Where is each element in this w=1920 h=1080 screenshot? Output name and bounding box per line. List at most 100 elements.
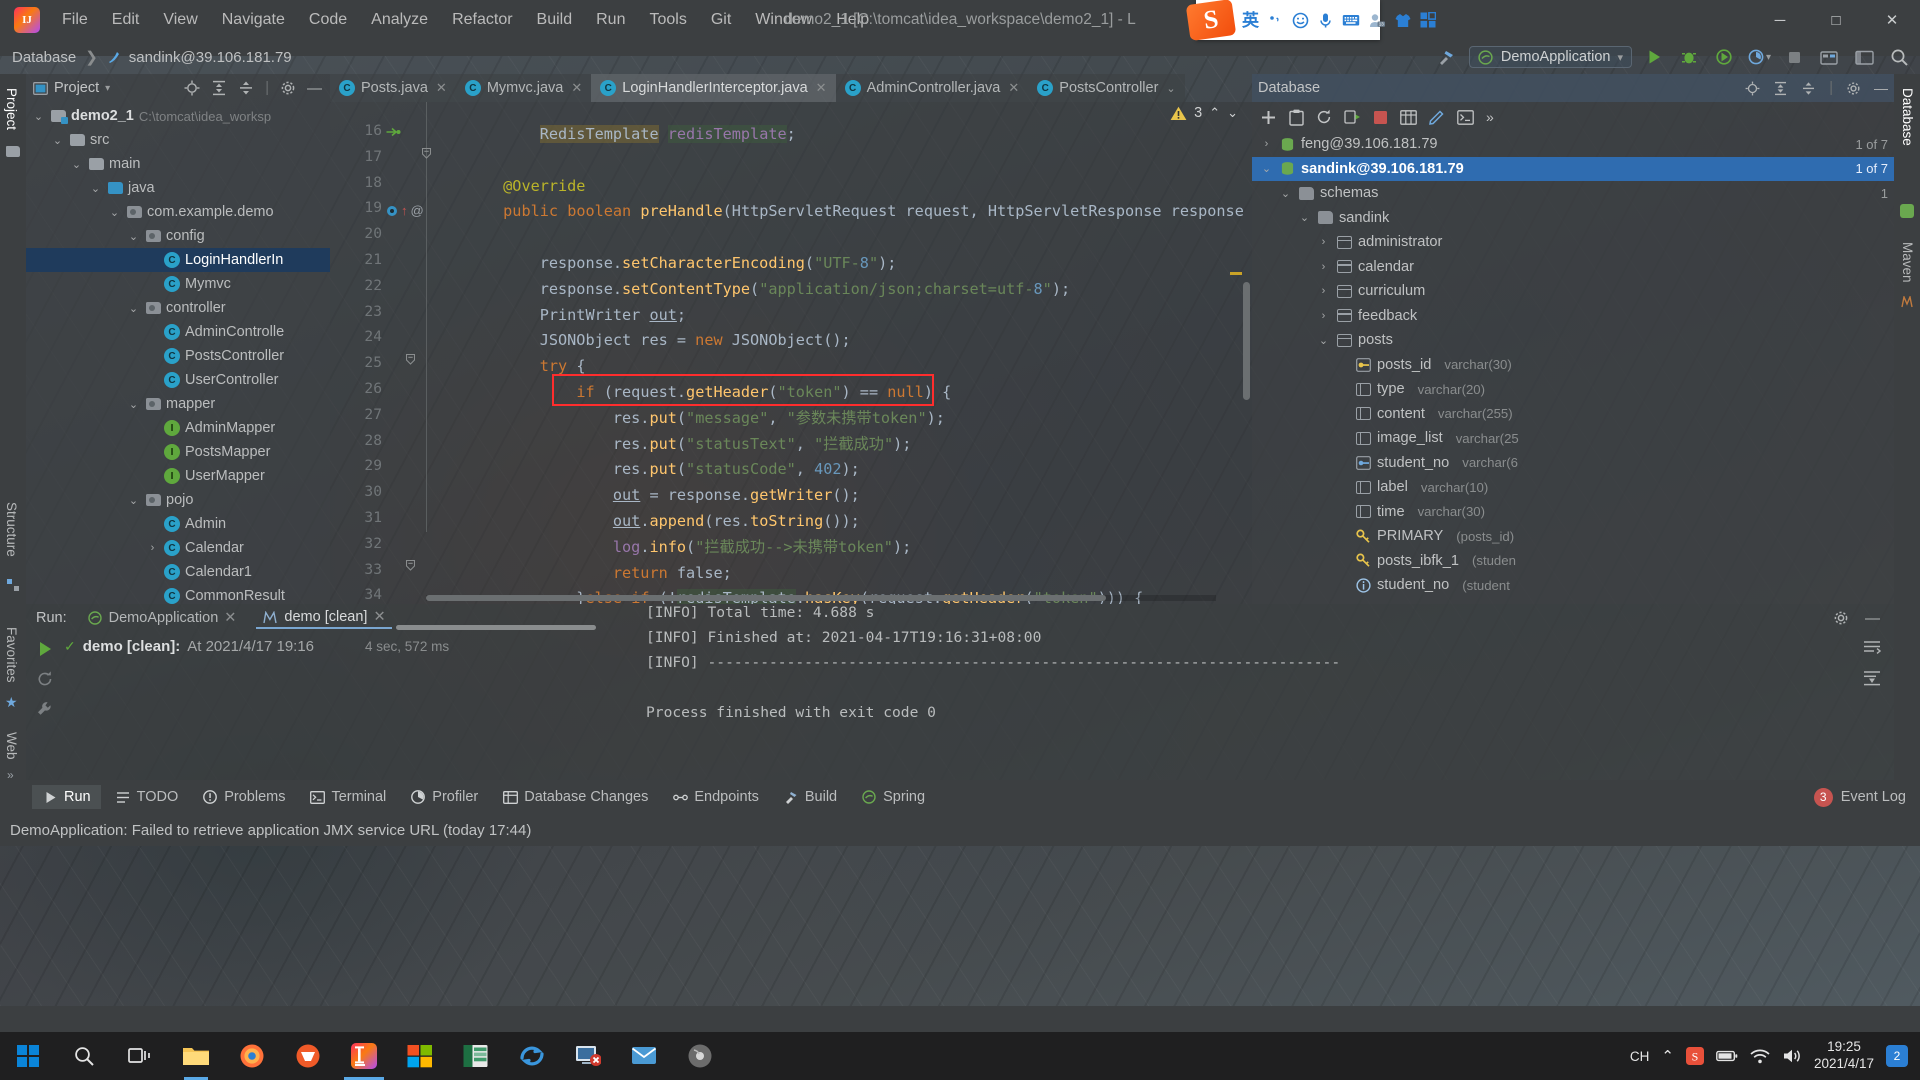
soft-keyboard-icon[interactable] (1342, 13, 1360, 27)
tree-node-com-example-demo[interactable]: ⌄ com.example.demo (26, 200, 330, 224)
breadcrumb-datasource[interactable]: sandink@39.106.181.79 (129, 49, 292, 66)
build-hammer-icon[interactable] (1434, 44, 1460, 70)
chevron-right-icon[interactable]: › (1260, 138, 1273, 150)
locate-file-icon[interactable] (184, 80, 200, 96)
project-panel-title-group[interactable]: Project ▾ (32, 80, 110, 96)
menu-run[interactable]: Run (584, 7, 637, 33)
intellij-idea-icon[interactable] (336, 1032, 392, 1080)
db-node-student-no[interactable]: student_no varchar(6 (1252, 451, 1894, 476)
sidebar-item-database[interactable]: Database (1896, 80, 1919, 154)
chevron-right-icon[interactable]: › (1317, 236, 1330, 248)
chevron-down-icon[interactable]: ⌄ (108, 206, 121, 219)
browser-icon[interactable] (280, 1032, 336, 1080)
chevron-right-icon[interactable]: › (1317, 261, 1330, 273)
run-with-coverage-button[interactable] (1711, 44, 1737, 70)
db-node-posts-ibfk-1[interactable]: posts_ibfk_1 (studen (1252, 549, 1894, 574)
previous-issue-icon[interactable]: ⌃ (1209, 105, 1220, 121)
bottom-tab-terminal[interactable]: Terminal (299, 785, 396, 809)
tree-node-pojo[interactable]: ⌄ pojo (26, 488, 330, 512)
editor-gutter[interactable]: 1617181920212223242526272829303132333435… (330, 102, 430, 604)
search-everywhere-icon[interactable] (1886, 44, 1912, 70)
remote-desktop-icon[interactable] (560, 1032, 616, 1080)
edit-icon[interactable] (1429, 109, 1445, 125)
tree-node-postsmapper[interactable]: I PostsMapper (26, 440, 330, 464)
chevron-right-icon[interactable]: › (1317, 310, 1330, 322)
editor-scrollbar[interactable] (1243, 282, 1250, 400)
editor-tab-admincontroller-java[interactable]: C AdminController.java ✕ (835, 74, 1029, 102)
bottom-tab-endpoints[interactable]: Endpoints (662, 785, 769, 809)
firefox-icon[interactable] (224, 1032, 280, 1080)
event-log-label[interactable]: Event Log (1841, 789, 1906, 805)
file-explorer-icon[interactable] (168, 1032, 224, 1080)
tree-node-mymvc[interactable]: C Mymvc (26, 272, 330, 296)
sync-icon[interactable] (504, 1032, 560, 1080)
db-node-content[interactable]: content varchar(255) (1252, 402, 1894, 427)
inspection-widget[interactable]: 3 ⌃ ⌄ (1170, 105, 1238, 121)
autowired-bean-icon[interactable] (386, 126, 401, 138)
expand-all-icon[interactable] (211, 80, 227, 96)
sidebar-item-structure[interactable]: Structure (0, 494, 23, 565)
chevron-down-icon[interactable]: ⌄ (32, 110, 45, 123)
breadcrumb[interactable]: Database ❯ sandink@39.106.181.79 (12, 48, 292, 67)
run-tree-scrollbar[interactable] (396, 625, 596, 630)
db-node-primary[interactable]: PRIMARY (posts_id) (1252, 524, 1894, 549)
soft-wrap-icon[interactable] (1863, 640, 1881, 656)
office-icon[interactable] (392, 1032, 448, 1080)
task-view-icon[interactable] (112, 1032, 168, 1080)
chevron-down-icon[interactable]: ⌄ (127, 398, 140, 411)
db-node-time[interactable]: time varchar(30) (1252, 500, 1894, 525)
gear-icon[interactable] (280, 80, 296, 96)
scroll-to-end-icon[interactable] (1863, 670, 1881, 686)
microphone-icon[interactable] (1318, 12, 1333, 29)
db-node-schemas[interactable]: ⌄ schemas 1 (1252, 181, 1894, 206)
bottom-tab-build[interactable]: Build (773, 785, 847, 809)
menu-git[interactable]: Git (699, 7, 743, 33)
db-node-posts[interactable]: ⌄ posts (1252, 328, 1894, 353)
bottom-tab-run[interactable]: Run (32, 785, 101, 809)
rerun-failed-icon[interactable] (36, 670, 54, 688)
bottom-tab-todo[interactable]: TODO (105, 785, 189, 809)
menu-window[interactable]: Window (743, 7, 824, 33)
user-dict-icon[interactable]: 13 (1369, 13, 1386, 28)
db-node-curriculum[interactable]: › curriculum (1252, 279, 1894, 304)
chevron-down-icon[interactable]: ⌄ (70, 158, 83, 171)
debug-button[interactable] (1676, 44, 1702, 70)
refresh-icon[interactable] (1316, 109, 1332, 125)
db-node-image-list[interactable]: image_list varchar(25 (1252, 426, 1894, 451)
close-button[interactable]: ✕ (1864, 0, 1920, 40)
tree-node-main[interactable]: ⌄ main (26, 152, 330, 176)
hide-panel-icon[interactable]: — (1874, 80, 1888, 96)
tree-node-loginhandlerin[interactable]: C LoginHandlerIn (26, 248, 330, 272)
battery-icon[interactable] (1716, 1049, 1738, 1063)
sidebar-item-project[interactable]: Project (0, 80, 23, 138)
tree-node-calendar1[interactable]: C Calendar1 (26, 560, 330, 584)
excel-icon[interactable] (448, 1032, 504, 1080)
chevron-down-icon[interactable]: ⌄ (127, 494, 140, 507)
gear-icon[interactable] (1846, 81, 1861, 96)
tree-node-mapper[interactable]: ⌄ mapper (26, 392, 330, 416)
toolbox-icon[interactable] (1420, 12, 1436, 28)
breadcrumb-database[interactable]: Database (12, 49, 76, 66)
close-icon[interactable]: ✕ (373, 609, 385, 625)
notification-center-icon[interactable]: 2 (1886, 1045, 1908, 1067)
run-tab-demo-clean[interactable]: demo [clean] ✕ (256, 607, 392, 629)
chevron-down-icon[interactable]: ▾ (105, 83, 110, 94)
source-code[interactable]: RedisTemplate redisTemplate; @Override p… (430, 122, 1244, 604)
menu-navigate[interactable]: Navigate (210, 7, 297, 33)
tree-node-java[interactable]: ⌄ java (26, 176, 330, 200)
chevron-down-icon[interactable]: ⌄ (1166, 82, 1175, 95)
media-icon[interactable] (672, 1032, 728, 1080)
chevron-down-icon[interactable]: ⌄ (51, 134, 64, 147)
db-node-administrator[interactable]: › administrator (1252, 230, 1894, 255)
close-icon[interactable]: ✕ (571, 80, 582, 96)
collapse-all-icon[interactable] (238, 80, 254, 96)
menu-refactor[interactable]: Refactor (440, 7, 524, 33)
editor-tab-loginhandlerinterceptor-java[interactable]: C LoginHandlerInterceptor.java ✕ (591, 74, 836, 102)
tree-node-controller[interactable]: ⌄ controller (26, 296, 330, 320)
expand-all-icon[interactable] (1773, 81, 1788, 96)
run-button[interactable] (1641, 44, 1667, 70)
tree-node-admincontrolle[interactable]: C AdminControlle (26, 320, 330, 344)
override-arrow-icon[interactable]: ↑ (401, 204, 408, 217)
mail-icon[interactable] (616, 1032, 672, 1080)
menu-help[interactable]: Help (824, 7, 881, 33)
